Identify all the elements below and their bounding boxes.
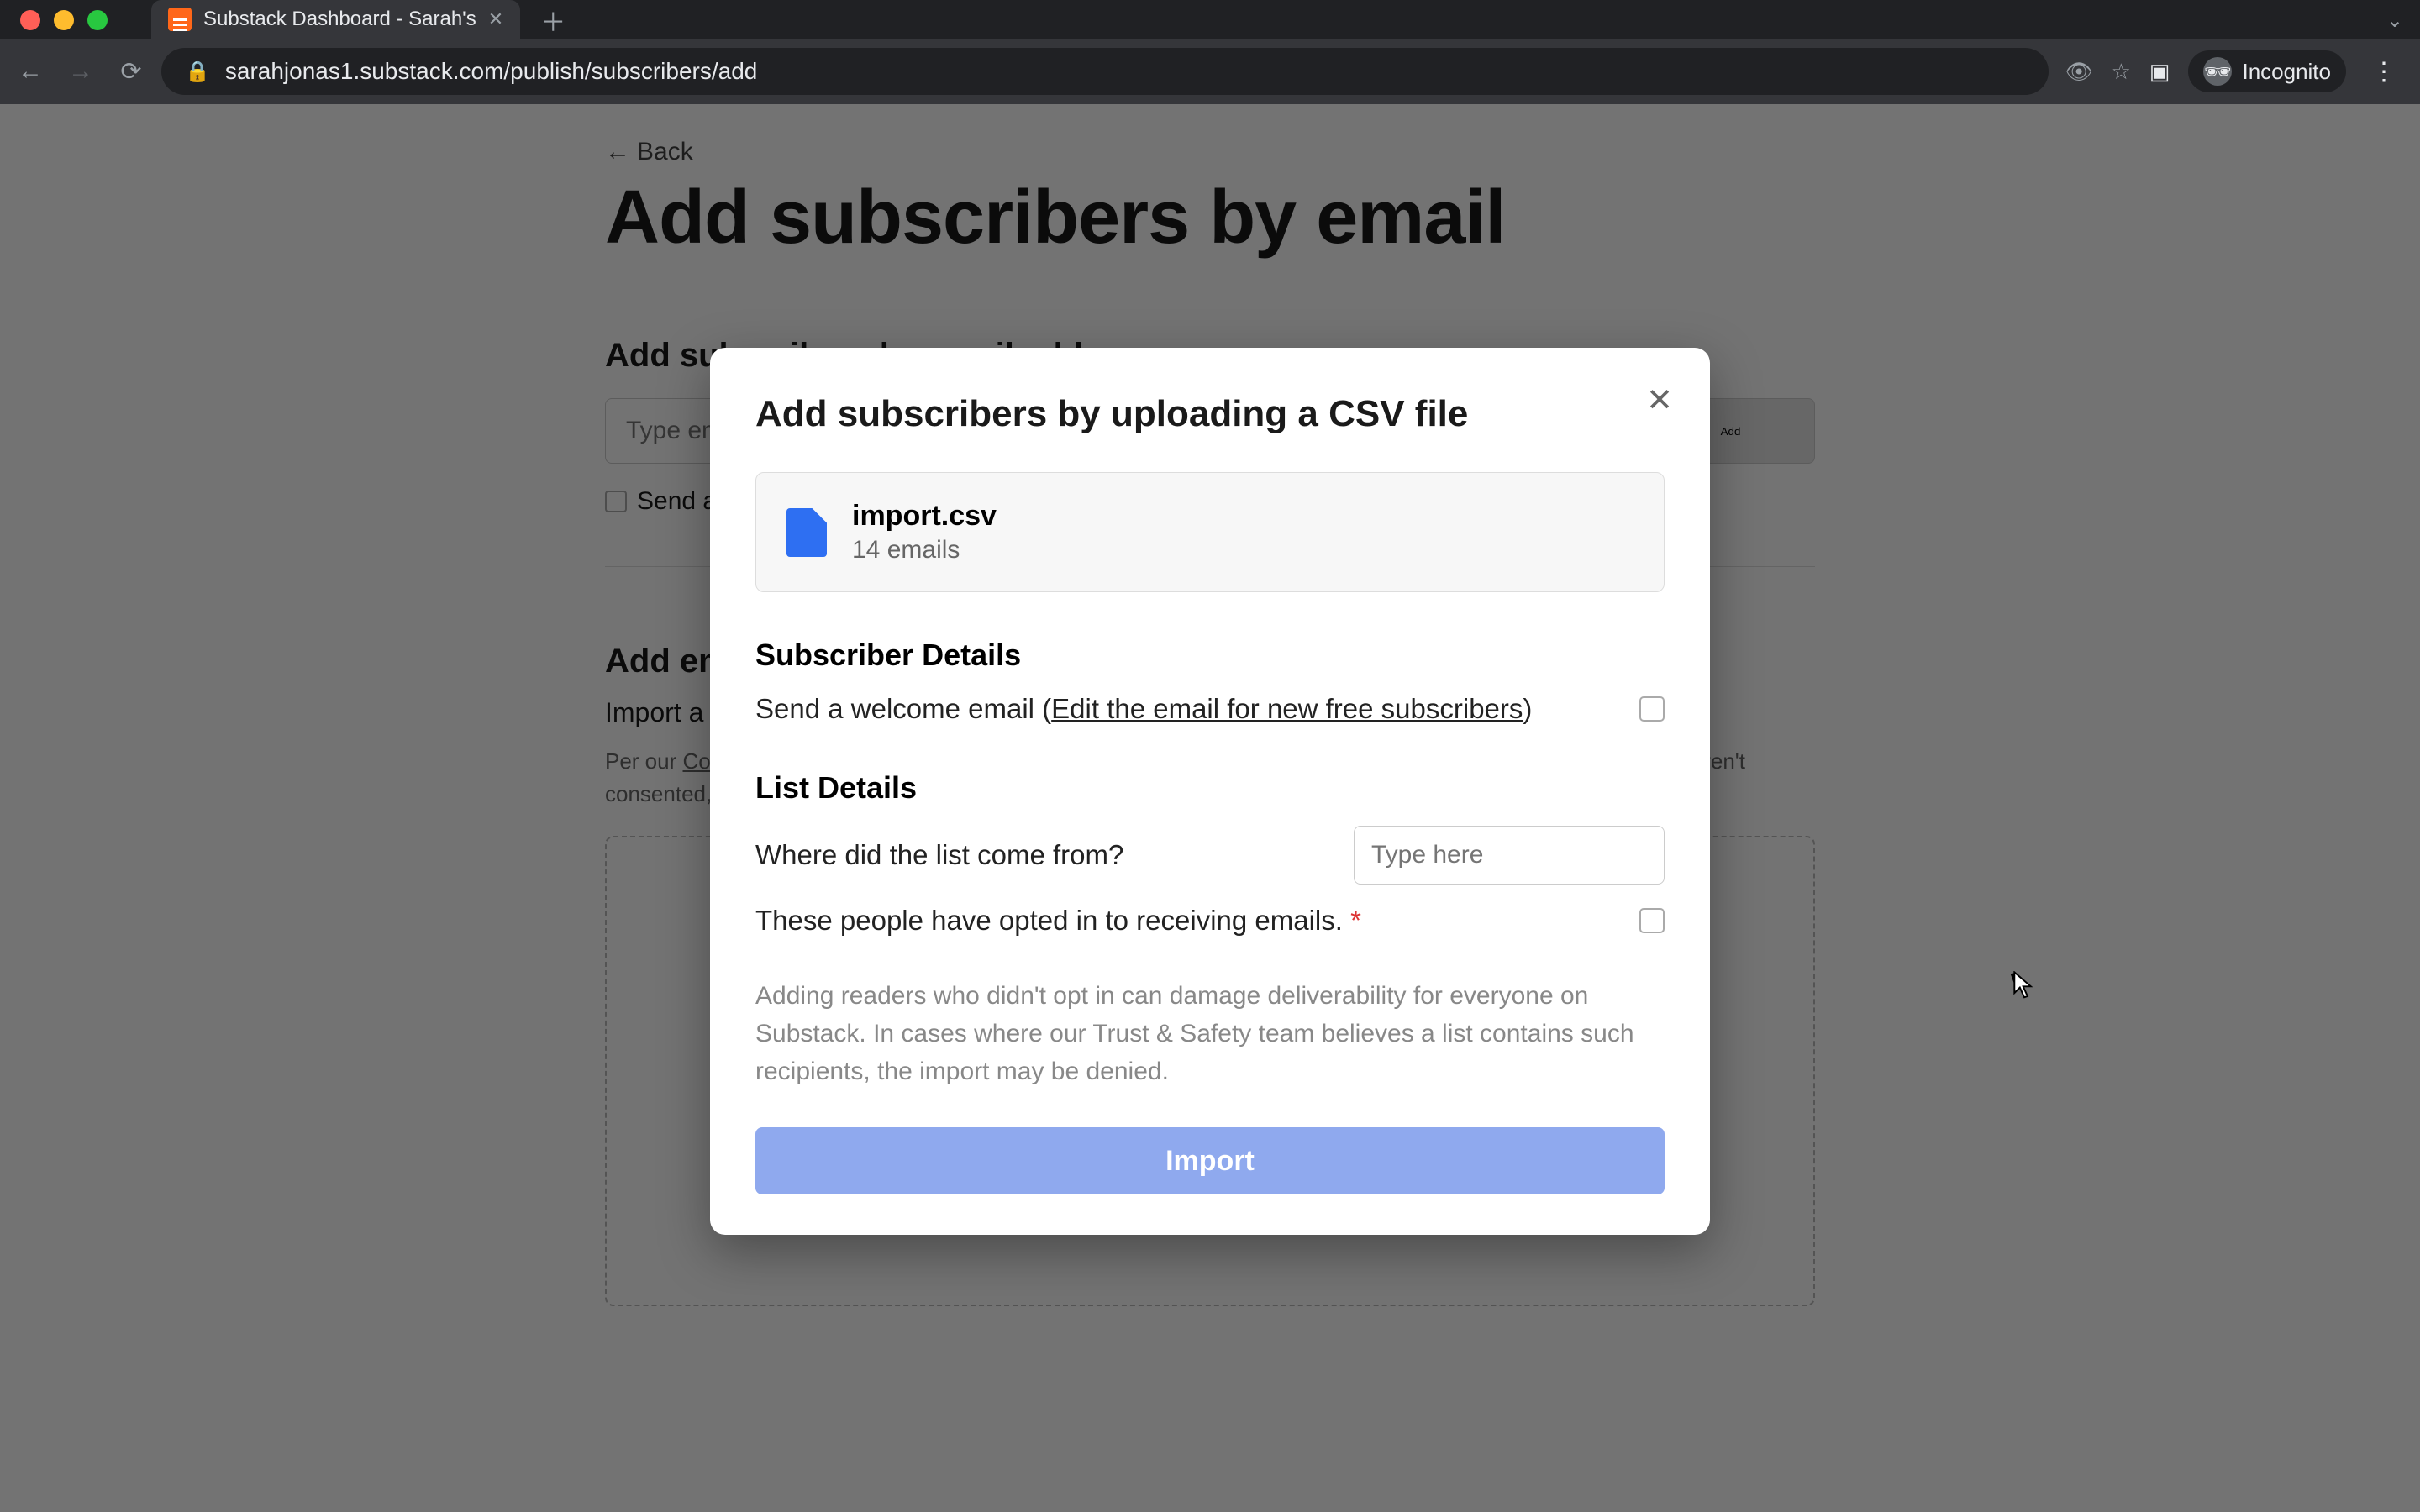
- incognito-icon: 🕶: [2203, 57, 2232, 86]
- close-tab-icon[interactable]: ✕: [488, 8, 503, 30]
- optin-row: These people have opted in to receiving …: [755, 905, 1665, 937]
- reload-icon[interactable]: ⟳: [118, 58, 145, 85]
- forward-icon[interactable]: →: [67, 58, 94, 85]
- eye-off-icon[interactable]: 👁︎: [2065, 59, 2093, 85]
- import-button[interactable]: Import: [755, 1127, 1665, 1194]
- mouse-cursor-icon: [2013, 971, 2035, 993]
- substack-favicon-icon: [168, 8, 192, 31]
- menu-icon[interactable]: ⋮: [2365, 57, 2403, 87]
- new-tab-button[interactable]: ＋: [520, 2, 586, 39]
- bookmark-icon[interactable]: ☆: [2112, 59, 2131, 85]
- window-controls: [20, 10, 108, 30]
- page-viewport: Back Add subscribers by email Add subscr…: [0, 104, 2420, 1512]
- modal-overlay: Add subscribers by uploading a CSV file …: [0, 104, 2420, 1512]
- address-bar[interactable]: 🔒 sarahjonas1.substack.com/publish/subsc…: [161, 48, 2049, 95]
- tab-overflow-icon[interactable]: ⌄: [2386, 8, 2403, 33]
- incognito-label: Incognito: [2242, 59, 2331, 85]
- url-text: sarahjonas1.substack.com/publish/subscri…: [225, 58, 757, 85]
- toolbar-right: 👁︎ ☆ ▣ 🕶 Incognito ⋮: [2065, 50, 2403, 92]
- minimize-window-icon[interactable]: [54, 10, 74, 30]
- optin-checkbox[interactable]: [1639, 908, 1665, 933]
- incognito-indicator[interactable]: 🕶 Incognito: [2188, 50, 2346, 92]
- close-modal-button[interactable]: ✕: [1646, 381, 1673, 419]
- tab-title: Substack Dashboard - Sarah's: [203, 8, 476, 31]
- list-source-label: Where did the list come from?: [755, 839, 1123, 871]
- lock-icon: 🔒: [185, 60, 210, 84]
- modal-title: Add subscribers by uploading a CSV file: [755, 393, 1665, 435]
- welcome-email-text: Send a welcome email (Edit the email for…: [755, 693, 1532, 725]
- back-icon[interactable]: ←: [17, 58, 44, 85]
- edit-welcome-email-link[interactable]: Edit the email for new free subscribers: [1051, 693, 1523, 724]
- subscriber-details-section: Subscriber Details Send a welcome email …: [755, 638, 1665, 725]
- required-asterisk: *: [1350, 905, 1361, 936]
- welcome-email-checkbox[interactable]: [1639, 696, 1665, 722]
- maximize-window-icon[interactable]: [87, 10, 108, 30]
- app-window: Substack Dashboard - Sarah's ✕ ＋ ⌄ ← → ⟳…: [0, 0, 2420, 1512]
- subscriber-details-heading: Subscriber Details: [755, 638, 1665, 673]
- list-source-input[interactable]: [1354, 826, 1665, 885]
- optin-label: These people have opted in to receiving …: [755, 905, 1361, 937]
- csv-upload-modal: Add subscribers by uploading a CSV file …: [710, 348, 1710, 1235]
- file-icon: [786, 508, 827, 557]
- browser-toolbar: ← → ⟳ 🔒 sarahjonas1.substack.com/publish…: [0, 39, 2420, 104]
- list-source-row: Where did the list come from?: [755, 826, 1665, 885]
- uploaded-file-card[interactable]: import.csv 14 emails: [755, 472, 1665, 592]
- disclaimer-text: Adding readers who didn't opt in can dam…: [755, 977, 1665, 1090]
- file-name: import.csv: [852, 500, 997, 533]
- panel-icon[interactable]: ▣: [2149, 59, 2170, 85]
- close-window-icon[interactable]: [20, 10, 40, 30]
- tab-strip: Substack Dashboard - Sarah's ✕ ＋ ⌄: [0, 0, 2420, 39]
- list-details-section: List Details Where did the list come fro…: [755, 770, 1665, 937]
- browser-tab[interactable]: Substack Dashboard - Sarah's ✕: [151, 0, 520, 39]
- welcome-email-row: Send a welcome email (Edit the email for…: [755, 693, 1665, 725]
- file-meta: 14 emails: [852, 536, 997, 564]
- nav-buttons: ← → ⟳: [17, 58, 145, 85]
- list-details-heading: List Details: [755, 770, 1665, 806]
